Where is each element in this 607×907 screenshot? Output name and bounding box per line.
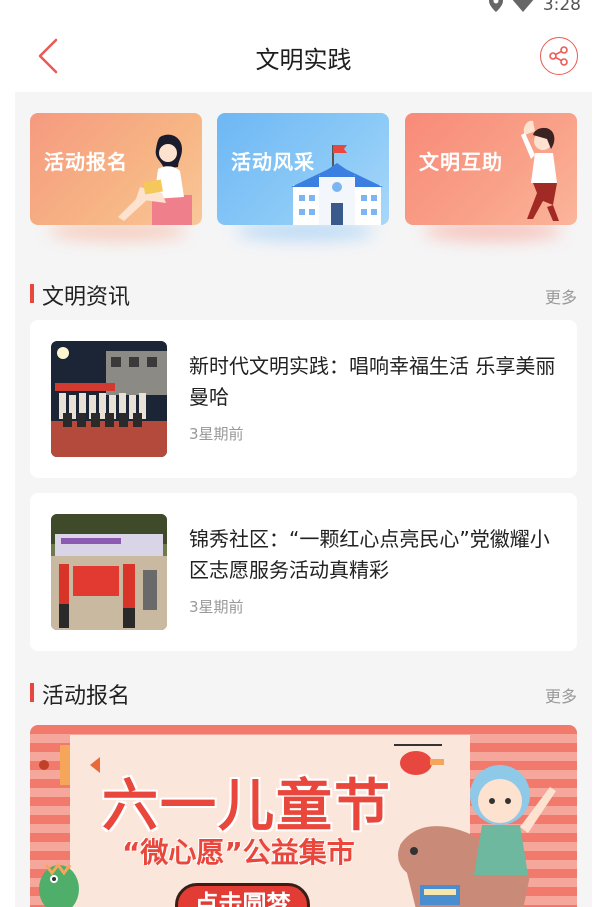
status-bar: 3:28 bbox=[0, 0, 607, 22]
waving-woman-illustration bbox=[521, 120, 559, 221]
news-more-link[interactable]: 更多 bbox=[545, 284, 577, 308]
news-card[interactable]: 新时代文明实践：唱响幸福生活 乐享美丽曼哈 3星期前 bbox=[30, 320, 577, 478]
tile-activity-showcase[interactable]: 活动风采 bbox=[217, 113, 389, 225]
banner-subtitle: “微心愿”公益集市 bbox=[122, 836, 355, 869]
banner-cta-button[interactable]: 点击圆梦 bbox=[175, 883, 310, 907]
activity-banner[interactable]: 六一儿童节 “微心愿”公益集市 点击圆梦 bbox=[30, 725, 577, 907]
news-time: 3星期前 bbox=[189, 425, 244, 443]
news-time: 3星期前 bbox=[189, 598, 244, 616]
location-icon bbox=[488, 0, 503, 17]
page-title: 文明实践 bbox=[255, 46, 352, 74]
news-title: 锦秀社区：“一颗红心点亮民心”党徽耀小区志愿服务活动真精彩 bbox=[189, 527, 550, 582]
school-building-illustration bbox=[291, 145, 383, 225]
banner-title: 六一儿童节 bbox=[102, 774, 392, 839]
share-button[interactable] bbox=[540, 37, 578, 75]
tile-civil-mutual-aid[interactable]: 文明互助 bbox=[405, 113, 577, 225]
reading-girl-illustration bbox=[118, 134, 192, 225]
activity-more-link[interactable]: 更多 bbox=[545, 683, 577, 707]
tile-activity-signup[interactable]: 活动报名 bbox=[30, 113, 202, 225]
header: 文明实践 bbox=[0, 22, 607, 92]
section-accent-bar bbox=[30, 683, 34, 702]
news-section-header: 文明资讯 更多 bbox=[30, 278, 577, 310]
section-accent-bar bbox=[30, 284, 34, 303]
girl-on-horse-illustration bbox=[398, 765, 556, 907]
news-section-title: 文明资讯 bbox=[42, 285, 131, 310]
quick-tiles: 活动报名 活动风采 文明互助 bbox=[30, 113, 577, 243]
share-icon bbox=[549, 46, 568, 66]
activity-section-title: 活动报名 bbox=[42, 684, 131, 709]
content-area: 活动报名 活动风采 文明互助 文明资讯 更多 新时代文明实践：唱响幸福生活 乐享… bbox=[15, 92, 592, 907]
wifi-icon bbox=[511, 0, 535, 17]
status-time: 3:28 bbox=[542, 0, 581, 15]
news-thumbnail bbox=[51, 341, 167, 457]
tile-label: 文明互助 bbox=[419, 150, 503, 174]
dinosaur-illustration bbox=[39, 862, 79, 907]
news-title: 新时代文明实践：唱响幸福生活 乐享美丽曼哈 bbox=[189, 354, 556, 409]
plane-illustration bbox=[39, 745, 100, 785]
news-thumbnail bbox=[51, 514, 167, 630]
news-card[interactable]: 锦秀社区：“一颗红心点亮民心”党徽耀小区志愿服务活动真精彩 3星期前 bbox=[30, 493, 577, 651]
activity-section-header: 活动报名 更多 bbox=[30, 677, 577, 709]
